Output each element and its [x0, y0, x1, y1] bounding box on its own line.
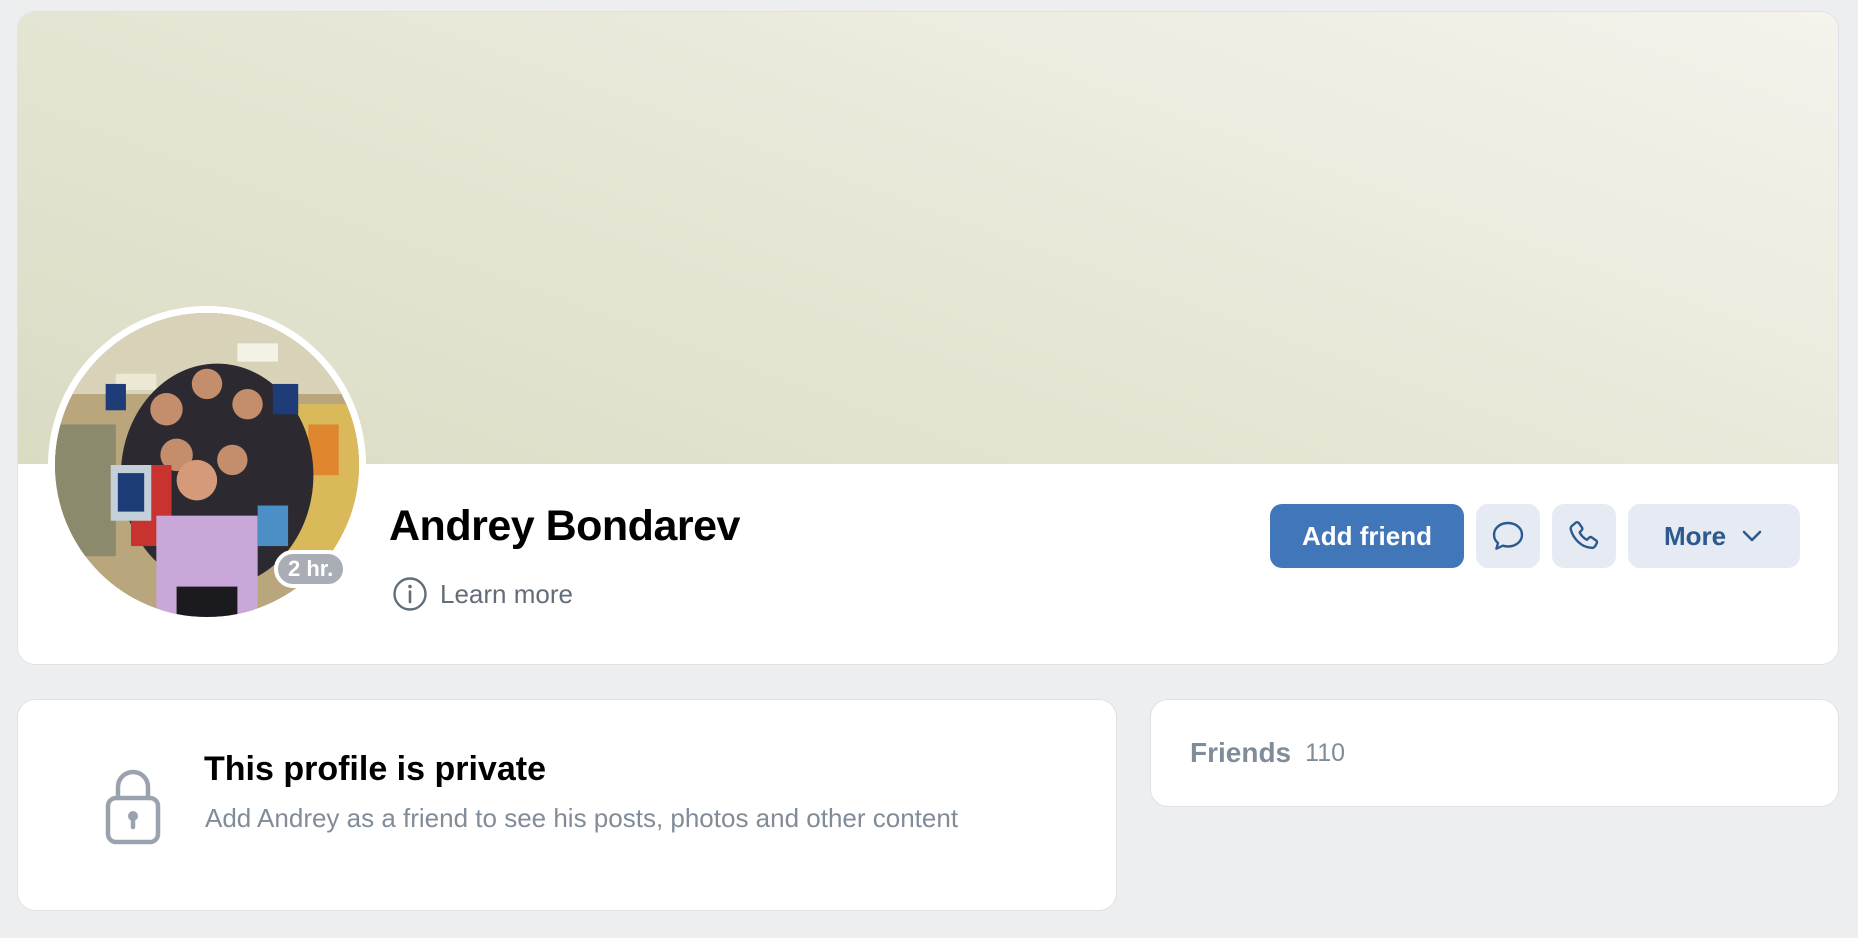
- private-description: Add Andrey as a friend to see his posts,…: [205, 803, 959, 833]
- message-button[interactable]: [1476, 504, 1540, 568]
- friends-card[interactable]: Friends 110: [1150, 699, 1839, 807]
- profile-page: 2 hr. Andrey Bondarev Learn more Add fri…: [0, 0, 1858, 938]
- add-friend-button[interactable]: Add friend: [1270, 504, 1464, 568]
- profile-actions: Add friend More: [1270, 504, 1800, 568]
- lock-icon: [88, 760, 178, 850]
- info-circle-icon: [392, 576, 428, 612]
- last-seen-badge: 2 hr.: [274, 550, 348, 588]
- more-button-label: More: [1663, 520, 1727, 551]
- chevron-down-icon: [1740, 524, 1764, 548]
- learn-more-link[interactable]: Learn more: [392, 576, 573, 612]
- learn-more-label: Learn more: [440, 578, 573, 609]
- friends-label: Friends: [1190, 737, 1292, 768]
- friends-count: 110: [1305, 738, 1345, 767]
- private-title: This profile is private: [204, 750, 546, 788]
- private-profile-card: This profile is private Add Andrey as a …: [17, 699, 1117, 911]
- phone-icon: [1565, 517, 1603, 555]
- profile-name: Andrey Bondarev: [389, 502, 740, 550]
- message-bubble-icon: [1489, 517, 1527, 555]
- more-button[interactable]: More: [1628, 504, 1800, 568]
- call-button[interactable]: [1552, 504, 1616, 568]
